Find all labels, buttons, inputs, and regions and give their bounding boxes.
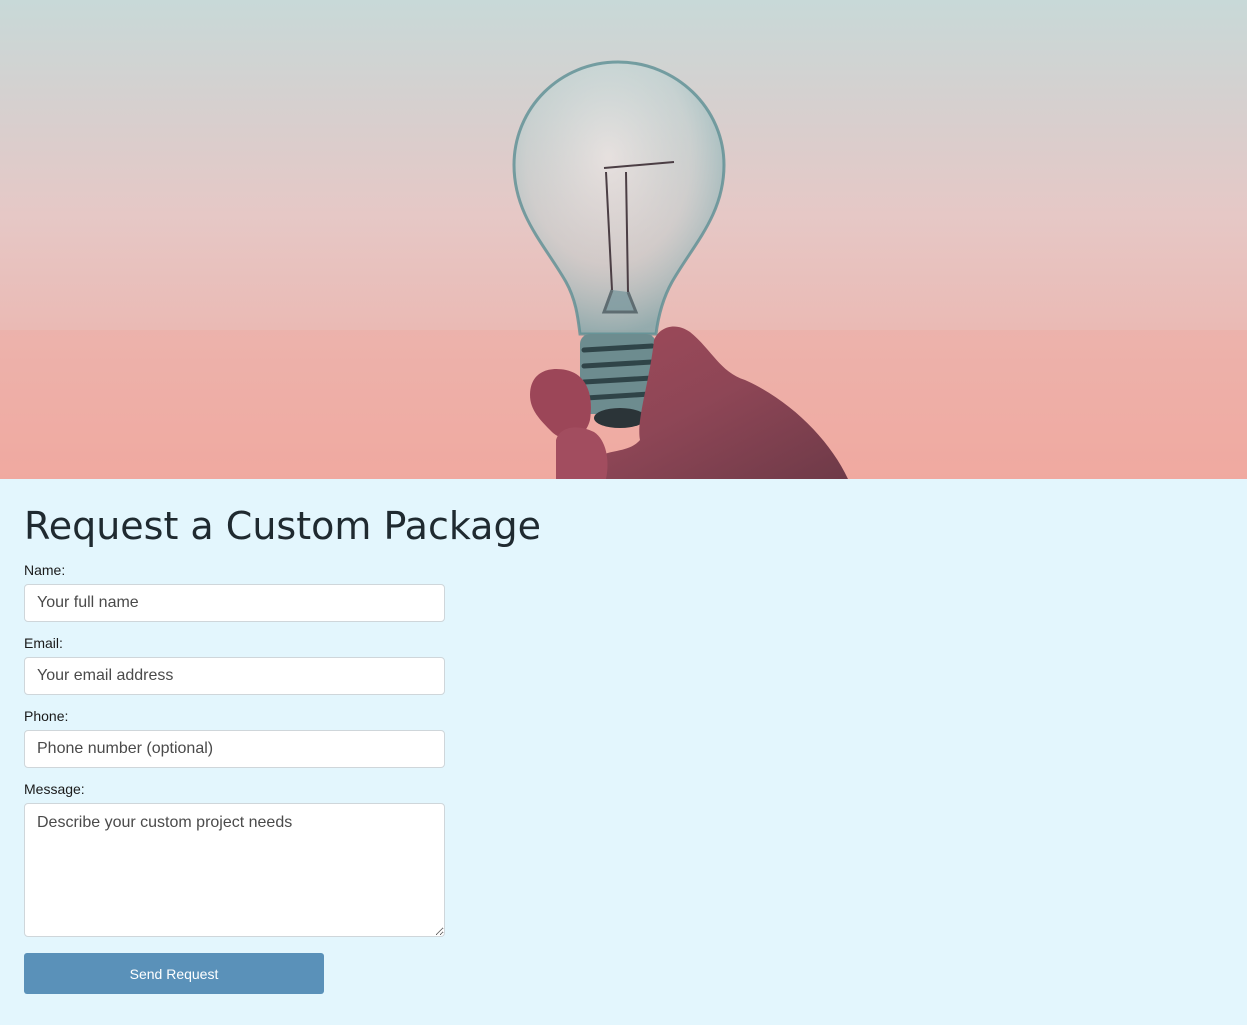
email-label: Email: [24,635,63,651]
name-label: Name: [24,562,66,578]
lightbulb-hand-image [0,60,1247,479]
email-input[interactable] [24,657,445,695]
name-input[interactable] [24,584,445,622]
phone-label: Phone: [24,708,69,724]
hero-banner [0,0,1247,479]
message-textarea[interactable] [24,803,445,937]
message-label: Message: [24,781,85,797]
page-title: Request a Custom Package [24,504,541,548]
request-form: Request a Custom Package Name: Email: Ph… [0,479,1247,1025]
phone-input[interactable] [24,730,445,768]
send-request-button[interactable]: Send Request [24,953,324,994]
